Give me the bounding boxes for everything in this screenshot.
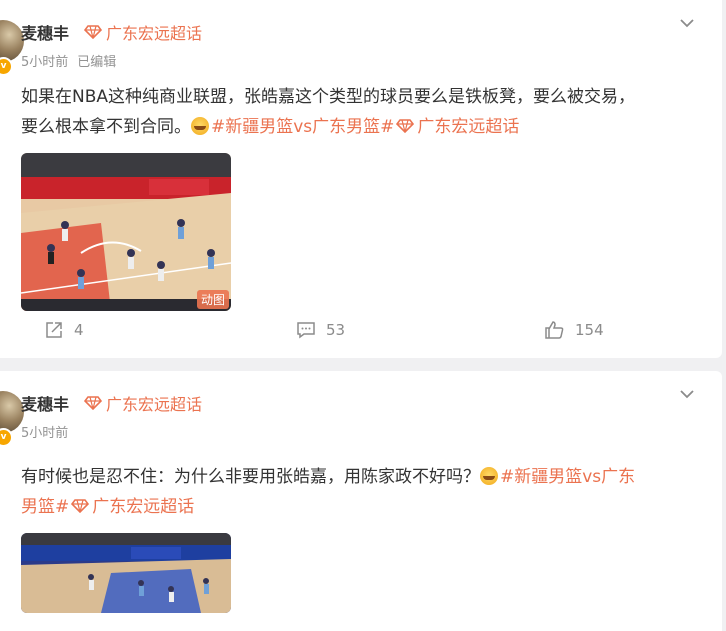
repost-count: 4: [74, 321, 84, 339]
comment-count: 53: [326, 321, 346, 339]
post-meta: 5小时前 已编辑: [21, 51, 116, 70]
supertopic-inline-label: 广东宏远超话: [92, 497, 195, 517]
basketball-court-image: [21, 533, 231, 613]
post-text: 如果在NBA这种纯商业联盟，张皓嘉这个类型的球员要么是铁板凳，要么被交易， 要么…: [21, 82, 701, 142]
diamond-icon: [84, 25, 102, 39]
post-time[interactable]: 5小时前: [21, 426, 68, 441]
share-icon: [46, 322, 62, 338]
comment-button[interactable]: 53: [296, 320, 345, 340]
edited-label: 已编辑: [77, 55, 117, 70]
author-name[interactable]: 麦穗丰: [21, 20, 69, 44]
comment-icon: [297, 322, 315, 339]
topic-link[interactable]: 男篮#: [21, 497, 69, 517]
topic-link[interactable]: #新疆男篮vs广东男篮#: [211, 117, 394, 137]
diamond-icon: [396, 119, 415, 134]
chevron-down-icon[interactable]: [678, 385, 696, 403]
like-button[interactable]: 154: [544, 320, 604, 340]
basketball-court-image: [21, 153, 231, 311]
post-text-segment: 要么根本拿不到合同。: [21, 117, 191, 137]
supertopic-label: 广东宏远超话: [106, 395, 203, 414]
post-time[interactable]: 5小时前: [21, 55, 68, 70]
supertopic-link[interactable]: 广东宏远超话: [84, 20, 202, 44]
topic-link[interactable]: #新疆男篮vs广东: [500, 467, 635, 487]
post-meta: 5小时前: [21, 422, 68, 441]
gif-badge: 动图: [196, 290, 229, 309]
post-text-line: 男篮# 广东宏远超话: [21, 492, 701, 522]
diamond-icon: [84, 396, 102, 410]
thumbs-up-icon: [545, 321, 564, 339]
post-text-line: 要么根本拿不到合同。 #新疆男篮vs广东男篮# 广东宏远超话: [21, 112, 701, 142]
media-thumbnail[interactable]: 动图: [21, 153, 231, 311]
supertopic-label: 广东宏远超话: [106, 24, 203, 43]
author-name[interactable]: 麦穗丰: [21, 391, 69, 415]
weibo-post-card: v 麦穗丰 广东宏远超话 5小时前 已编辑 如果在NBA这种纯商业联盟，张皓嘉这个…: [0, 0, 722, 358]
supertopic-inline-link[interactable]: 广东宏远超话: [394, 117, 519, 137]
post-text-segment: 有时候也是忍不住：为什么非要用张皓嘉，用陈家政不好吗？: [21, 467, 480, 487]
laugh-cry-emoji-icon: [191, 117, 209, 135]
post-text-line: 如果在NBA这种纯商业联盟，张皓嘉这个类型的球员要么是铁板凳，要么被交易，: [21, 87, 636, 107]
laugh-cry-emoji-icon: [480, 467, 498, 485]
diamond-icon: [71, 499, 90, 514]
verified-badge-icon: v: [0, 57, 13, 76]
weibo-post-card: v 麦穗丰 广东宏远超话 5小时前 有时候也是忍不住：为什么非要用张皓嘉，用陈家…: [0, 371, 722, 631]
like-count: 154: [575, 321, 604, 339]
action-bar: 4 53 154: [0, 320, 722, 350]
supertopic-inline-link[interactable]: 广东宏远超话: [69, 497, 194, 517]
verified-badge-icon: v: [0, 428, 13, 447]
post-text-line: 有时候也是忍不住：为什么非要用张皓嘉，用陈家政不好吗？ #新疆男篮vs广东: [21, 462, 701, 492]
chevron-down-icon[interactable]: [678, 14, 696, 32]
media-thumbnail[interactable]: [21, 533, 231, 613]
supertopic-inline-label: 广东宏远超话: [417, 117, 520, 137]
supertopic-link[interactable]: 广东宏远超话: [84, 391, 202, 415]
repost-button[interactable]: 4: [44, 320, 84, 340]
post-text: 有时候也是忍不住：为什么非要用张皓嘉，用陈家政不好吗？ #新疆男篮vs广东 男篮#…: [21, 462, 701, 522]
